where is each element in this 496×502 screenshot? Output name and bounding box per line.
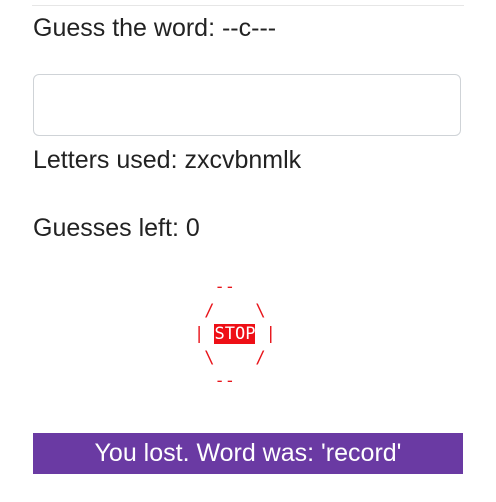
stop-sign-upper: / \ [194, 300, 266, 321]
word-prompt: Guess the word: --c--- [33, 14, 277, 42]
guesses-left: Guesses left: 0 [33, 214, 200, 242]
hangman-game: Guess the word: --c--- Letters used: zxc… [0, 0, 496, 502]
stop-sign-right-bar: | [255, 324, 276, 344]
stop-sign-lower: \ / [194, 347, 266, 368]
letters-used: Letters used: zxcvbnmlk [33, 146, 302, 174]
stop-sign-left-bar: | [194, 324, 215, 344]
result-banner: You lost. Word was: 'record' [33, 433, 463, 474]
stop-sign-ascii: -- / \ | STOP | \ / -- [194, 276, 276, 394]
guess-input[interactable] [33, 74, 461, 136]
divider [32, 5, 464, 6]
stop-sign-top: -- [194, 277, 235, 297]
stop-sign-bottom: -- [194, 371, 235, 391]
stop-word: STOP [214, 324, 256, 344]
